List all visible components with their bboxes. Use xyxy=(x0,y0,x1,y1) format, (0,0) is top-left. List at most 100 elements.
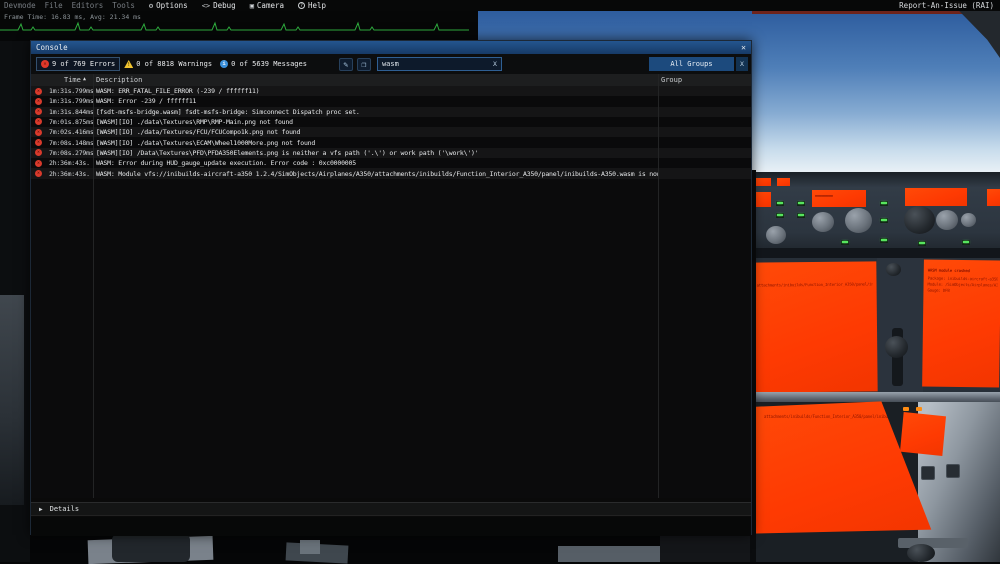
fcu-button[interactable] xyxy=(880,218,888,223)
throttle-quadrant xyxy=(112,534,190,562)
log-description: [WASM][IO] ./data\Textures\ECAM\Wheel100… xyxy=(96,139,658,147)
log-row[interactable]: ✕ 1m:31s.844ms [fsdt-msfs-bridge.wasm] f… xyxy=(31,107,751,117)
search-clear-icon[interactable]: X xyxy=(493,60,497,68)
menu-devmode[interactable]: Devmode xyxy=(4,1,36,10)
report-an-issue-button[interactable]: Report-An-Issue (RAI) xyxy=(899,1,994,10)
log-row[interactable]: ✕ 1m:31s.799ms WASM: ERR_FATAL_FILE_ERRO… xyxy=(31,86,751,96)
error-icon: ✕ xyxy=(35,170,42,177)
copy-icon: ❐ xyxy=(362,60,367,69)
log-time: 1m:31s.844ms xyxy=(49,108,93,116)
fcu-display-error: ▬▬▬▬▬▬▬▬ xyxy=(812,190,866,207)
copy-log-button[interactable]: ❐ xyxy=(357,58,371,71)
log-time: 1m:31s.799ms xyxy=(49,87,93,95)
pedestal-shadow-area xyxy=(660,535,752,562)
devmode-left-menus: Devmode File Editors Tools xyxy=(4,1,135,10)
details-expander[interactable]: ▶ Details xyxy=(31,502,751,516)
error-icon: ✕ xyxy=(35,98,42,105)
chevron-right-icon: ▶ xyxy=(39,506,43,513)
fcu-display-error xyxy=(905,188,967,206)
panel-knob[interactable] xyxy=(886,263,901,276)
fcu-button[interactable] xyxy=(776,213,784,218)
errors-filter-button[interactable]: ✕ 9 of 769 Errors xyxy=(36,57,120,71)
console-log-list[interactable]: ✕ 1m:31s.799ms WASM: ERR_FATAL_FILE_ERRO… xyxy=(31,86,751,498)
error-icon: ✕ xyxy=(35,160,42,167)
column-divider xyxy=(93,86,94,498)
error-icon: ✕ xyxy=(35,118,42,125)
nd-error-title: WASM module crashed xyxy=(928,268,998,274)
fcu-button[interactable] xyxy=(880,238,888,243)
menu-camera[interactable]: ▣ Camera xyxy=(250,1,284,10)
search-input[interactable]: wasm X xyxy=(377,57,502,71)
nd-display-error: WASM module crashed Package: inibuilds-a… xyxy=(922,259,1000,387)
fcu-button[interactable] xyxy=(962,240,970,245)
log-description: [WASM][IO] ./data/Textures/FCU/FCUCompo1… xyxy=(96,128,658,136)
log-description: [fsdt-msfs-bridge.wasm] fsdt-msfs-bridge… xyxy=(96,108,658,116)
column-header-description[interactable]: Description xyxy=(96,76,142,84)
pedestal-button-strip xyxy=(898,538,968,548)
log-time: 7m:01s.875ms xyxy=(49,118,93,126)
fcu-left-knob[interactable] xyxy=(766,226,786,244)
console-title-bar[interactable]: Console ✕ xyxy=(31,41,751,54)
nd-error-line: Module: /SimObjects/Airplanes/A350/attac… xyxy=(928,282,998,288)
details-label: Details xyxy=(50,505,80,513)
menu-debug[interactable]: <> Debug xyxy=(202,1,236,10)
log-time: 1m:31s.799ms xyxy=(49,97,93,105)
console-footer xyxy=(31,517,751,536)
menu-help[interactable]: ? Help xyxy=(298,1,326,10)
warnings-count-label: 0 of 8818 Warnings xyxy=(136,60,212,68)
clear-console-button[interactable]: ✎ xyxy=(339,58,353,71)
help-icon: ? xyxy=(298,2,305,9)
nd-error-line: Gauge: DFB xyxy=(927,288,997,294)
info-icon: i xyxy=(220,60,228,68)
messages-filter-button[interactable]: i 0 of 5639 Messages xyxy=(216,58,311,70)
log-row[interactable]: ✕ 7m:02s.416ms [WASM][IO] ./data/Texture… xyxy=(31,127,751,137)
error-icon: ✕ xyxy=(35,129,42,136)
menu-editors[interactable]: Editors xyxy=(72,1,104,10)
nd-error-line: Package: inibuilds-aircraft-a350 1.2.4 xyxy=(928,276,998,282)
log-time: 2h:36m:43s. xyxy=(49,159,93,167)
log-description: [WASM][IO] ./data\Textures\RMP\RMP-Main.… xyxy=(96,118,658,126)
log-row[interactable]: ✕ 7m:08s.279ms [WASM][IO] /Data\Textures… xyxy=(31,148,751,158)
fcu-heading-knob[interactable] xyxy=(845,208,872,233)
gear-lever-knob[interactable] xyxy=(885,336,908,358)
cockpit-seat-edge xyxy=(0,295,24,505)
groups-clear-icon[interactable]: X xyxy=(736,57,748,71)
warnings-filter-button[interactable]: ! 0 of 8818 Warnings xyxy=(120,58,216,70)
log-row[interactable]: ✕ 2h:36m:43s. WASM: Module vfs://inibuil… xyxy=(31,168,751,178)
pedestal-switch[interactable] xyxy=(921,466,935,480)
log-row[interactable]: ✕ 7m:01s.875ms [WASM][IO] ./data\Texture… xyxy=(31,117,751,127)
log-row[interactable]: ✕ 1m:31s.799ms WASM: Error -239 / ffffff… xyxy=(31,96,751,106)
error-icon: ✕ xyxy=(41,60,49,68)
fcu-speed-knob[interactable] xyxy=(812,212,834,232)
pedestal-front-rail xyxy=(558,546,662,562)
fcu-button[interactable] xyxy=(841,240,849,245)
fcu-button[interactable] xyxy=(776,201,784,206)
column-header-group[interactable]: Group xyxy=(661,76,682,84)
error-icon: ✕ xyxy=(35,149,42,156)
fcu-button[interactable] xyxy=(797,213,805,218)
fcu-baro-knob[interactable] xyxy=(961,213,976,227)
close-icon[interactable]: ✕ xyxy=(741,43,746,52)
camera-icon: ▣ xyxy=(250,2,254,10)
fcu-vs-knob[interactable] xyxy=(936,210,958,230)
fcu-button[interactable] xyxy=(797,201,805,206)
fcu-button[interactable] xyxy=(918,241,926,246)
menu-options[interactable]: ⚙ Options xyxy=(149,1,188,10)
log-description: WASM: Error -239 / ffffff11 xyxy=(96,97,658,105)
column-header-time[interactable]: Time xyxy=(64,76,81,84)
error-icon: ✕ xyxy=(35,108,42,115)
all-groups-dropdown[interactable]: All Groups xyxy=(649,57,734,71)
trim-wheel-knob[interactable] xyxy=(907,544,935,562)
fcu-altitude-knob[interactable] xyxy=(904,206,935,234)
log-row[interactable]: ✕ 7m:08s.148ms [WASM][IO] ./data\Texture… xyxy=(31,137,751,147)
fcu-button[interactable] xyxy=(880,201,888,206)
pedestal-switch[interactable] xyxy=(946,464,960,478)
log-description: [WASM][IO] /Data\Textures\PFD\PFDA350Ele… xyxy=(96,149,658,157)
frame-time-graph xyxy=(0,20,478,33)
sort-asc-icon: ▲ xyxy=(83,76,86,82)
log-row[interactable]: ✕ 2h:36m:43s. WASM: Error during HUD_gau… xyxy=(31,158,751,168)
menu-tools[interactable]: Tools xyxy=(112,1,135,10)
menu-debug-label: Debug xyxy=(213,1,236,10)
menu-file[interactable]: File xyxy=(45,1,63,10)
log-description: WASM: ERR_FATAL_FILE_ERROR (-239 / fffff… xyxy=(96,87,658,95)
